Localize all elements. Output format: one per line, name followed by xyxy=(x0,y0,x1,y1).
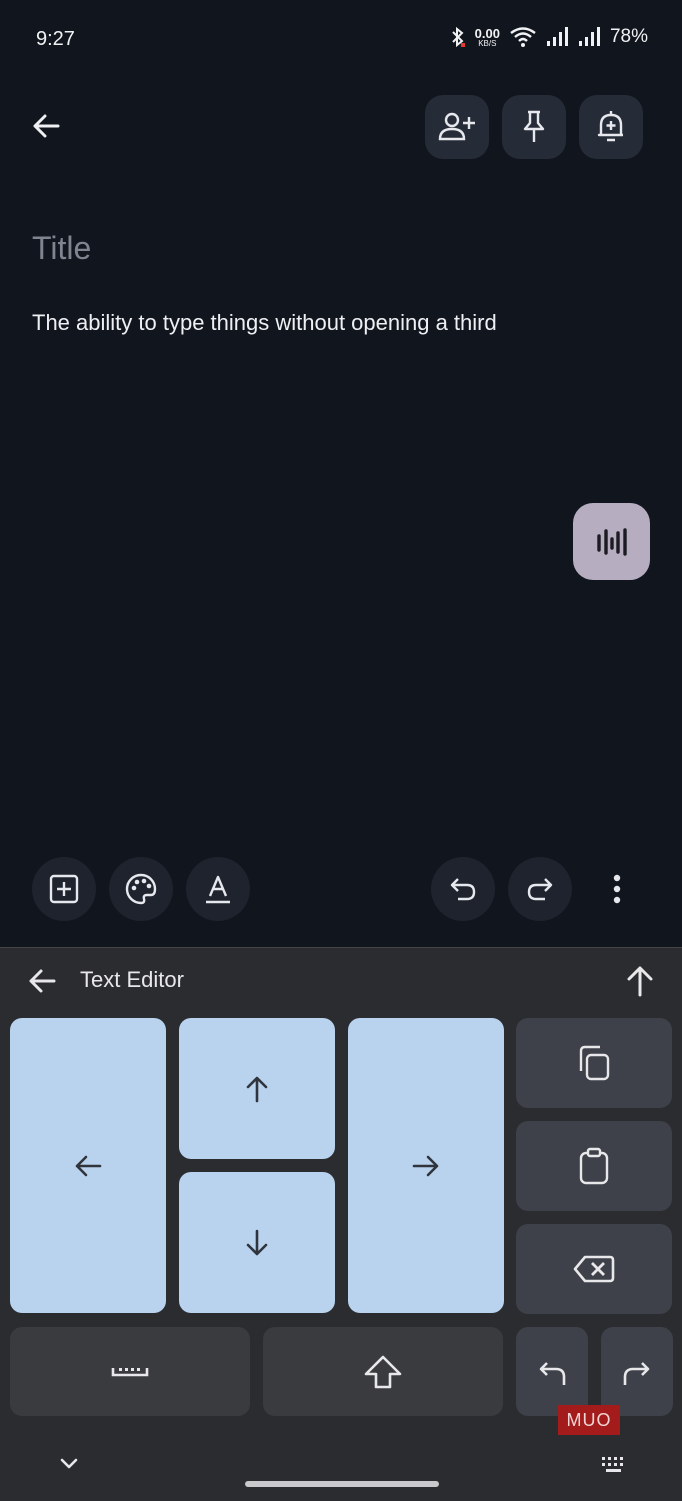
voice-input-button[interactable] xyxy=(573,503,650,580)
undo-icon xyxy=(450,878,476,901)
shift-icon xyxy=(364,1355,402,1388)
arrow-up-icon xyxy=(246,1076,268,1102)
space-key[interactable] xyxy=(10,1327,250,1416)
keyboard-back-button[interactable] xyxy=(24,963,60,999)
hide-keyboard-button[interactable] xyxy=(55,1452,83,1476)
more-vert-icon xyxy=(613,874,621,904)
select-mode-button[interactable] xyxy=(622,963,658,999)
palette-icon xyxy=(125,873,157,905)
arrow-down-icon xyxy=(246,1229,268,1255)
clipboard-icon xyxy=(579,1147,609,1185)
cursor-down-key[interactable] xyxy=(179,1172,335,1313)
cursor-left-key[interactable] xyxy=(10,1018,166,1313)
watermark-logo: MUO xyxy=(558,1405,620,1435)
text-format-icon xyxy=(206,875,230,904)
redo-icon xyxy=(527,878,553,901)
pin-button[interactable] xyxy=(502,95,566,159)
net-speed-unit: KB/S xyxy=(478,38,497,48)
arrow-left-icon xyxy=(33,114,60,138)
signal-icon-2 xyxy=(578,27,600,46)
battery-percent: 78% xyxy=(609,26,648,47)
space-bar-icon xyxy=(111,1367,149,1376)
undo-key[interactable] xyxy=(516,1327,588,1416)
back-button[interactable] xyxy=(28,108,64,144)
cursor-right-key[interactable] xyxy=(348,1018,504,1313)
undo-button[interactable] xyxy=(431,857,495,921)
redo-key[interactable] xyxy=(601,1327,673,1416)
undo-icon xyxy=(539,1361,566,1385)
note-body-field[interactable]: The ability to type things without openi… xyxy=(32,310,497,336)
person-add-icon xyxy=(438,112,475,141)
chevron-down-icon xyxy=(60,1458,78,1469)
redo-button[interactable] xyxy=(508,857,572,921)
wifi-icon xyxy=(510,27,536,47)
net-speed: 0.00 KB/S xyxy=(475,27,500,48)
signal-icon xyxy=(546,27,568,46)
backspace-icon xyxy=(573,1255,615,1283)
shift-key[interactable] xyxy=(263,1327,503,1416)
arrow-left-icon xyxy=(75,1155,102,1176)
reminder-button[interactable] xyxy=(579,95,643,159)
cursor-up-key[interactable] xyxy=(179,1018,335,1159)
pin-icon xyxy=(523,110,545,142)
copy-key[interactable] xyxy=(516,1018,672,1108)
copy-icon xyxy=(579,1045,610,1081)
backspace-key[interactable] xyxy=(516,1224,672,1314)
redo-icon xyxy=(623,1361,650,1385)
bluetooth-icon xyxy=(451,26,465,48)
title-field[interactable]: Title xyxy=(32,230,91,267)
status-icons: 0.00 KB/S 78% xyxy=(451,26,648,48)
add-collaborator-button[interactable] xyxy=(425,95,489,159)
background-options-button[interactable] xyxy=(109,857,173,921)
paste-key[interactable] xyxy=(516,1121,672,1211)
arrow-up-icon xyxy=(627,966,653,997)
keyboard-icon xyxy=(602,1457,623,1472)
keyboard-title: Text Editor xyxy=(80,967,184,992)
more-options-button[interactable] xyxy=(600,869,634,909)
arrow-right-icon xyxy=(412,1155,439,1176)
text-format-button[interactable] xyxy=(186,857,250,921)
bell-add-icon xyxy=(597,111,623,142)
add-box-icon xyxy=(49,874,79,904)
audio-bars-icon xyxy=(596,527,627,556)
arrow-left-icon xyxy=(29,969,56,993)
home-gesture-bar[interactable] xyxy=(245,1481,439,1487)
status-time: 9:27 xyxy=(36,28,75,50)
keyboard-switch-button[interactable] xyxy=(600,1455,628,1475)
add-content-button[interactable] xyxy=(32,857,96,921)
net-speed-value: 0.00 xyxy=(474,25,500,41)
